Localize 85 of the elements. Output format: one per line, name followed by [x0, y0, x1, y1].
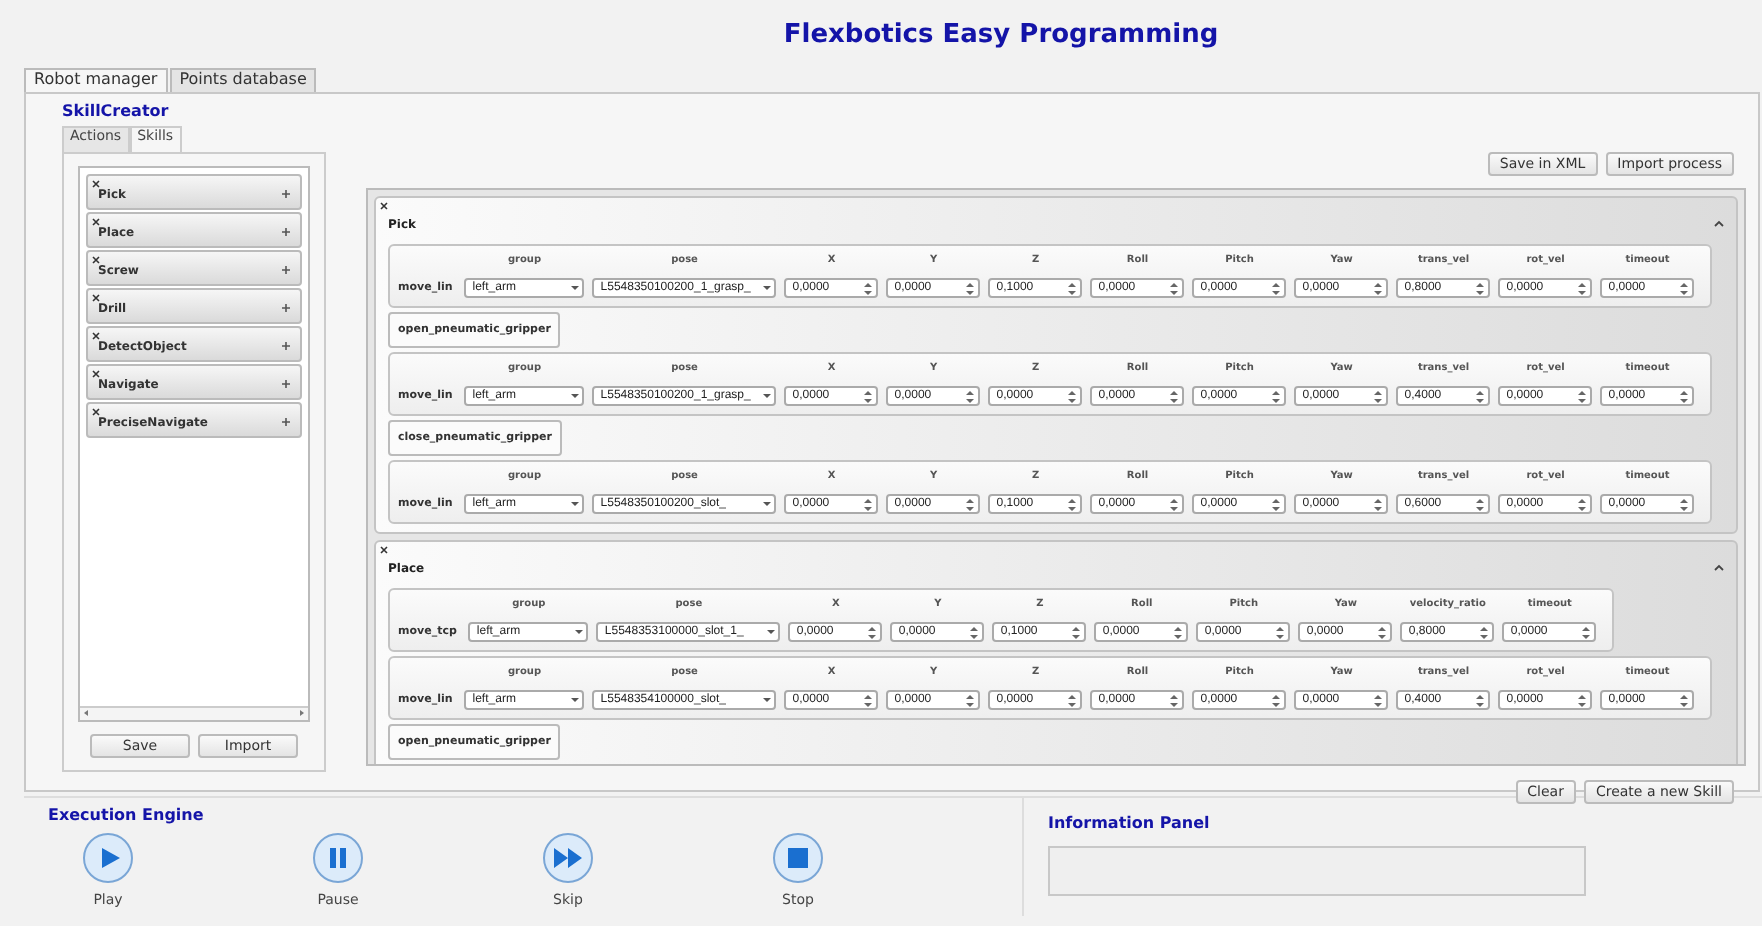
stepper-icon[interactable] — [1070, 625, 1083, 639]
collapse-icon[interactable] — [1714, 564, 1724, 572]
stepper-icon[interactable] — [964, 497, 977, 511]
dropdown-arrow-icon — [570, 284, 581, 292]
dropdown-arrow-icon — [762, 392, 773, 400]
stepper-icon[interactable] — [1270, 389, 1283, 403]
stepper-icon[interactable] — [1066, 389, 1079, 403]
stepper-icon[interactable] — [1372, 693, 1385, 707]
stepper-icon[interactable] — [1678, 389, 1691, 403]
section-title: Information Panel — [1048, 814, 1212, 832]
plus-icon[interactable] — [282, 266, 290, 274]
close-icon[interactable] — [92, 332, 100, 340]
close-icon[interactable] — [92, 370, 100, 378]
stepper-icon[interactable] — [964, 389, 977, 403]
stepper-icon[interactable] — [1270, 281, 1283, 295]
plus-icon[interactable] — [282, 228, 290, 236]
plus-icon[interactable] — [282, 418, 290, 426]
stepper-icon[interactable] — [1478, 625, 1491, 639]
stepper-icon[interactable] — [1678, 497, 1691, 511]
plus-icon[interactable] — [282, 304, 290, 312]
pause-icon — [312, 832, 364, 884]
stepper-icon[interactable] — [1376, 625, 1389, 639]
stepper-icon[interactable] — [1576, 389, 1589, 403]
dropdown-arrow-icon — [766, 628, 777, 636]
close-icon[interactable] — [92, 218, 100, 226]
scroll-right-icon[interactable] — [298, 708, 306, 718]
dropdown-arrow-icon — [574, 628, 585, 636]
stepper-icon[interactable] — [862, 693, 875, 707]
scroll-left-icon[interactable] — [82, 708, 90, 718]
stepper-icon[interactable] — [1580, 625, 1593, 639]
stepper-icon[interactable] — [1576, 497, 1589, 511]
stop-icon — [772, 832, 824, 884]
stepper-icon[interactable] — [1274, 625, 1287, 639]
section-title: Execution Engine — [48, 806, 206, 824]
stepper-icon[interactable] — [1474, 389, 1487, 403]
stepper-icon[interactable] — [1270, 693, 1283, 707]
close-icon[interactable] — [92, 294, 100, 302]
skip-icon — [542, 832, 594, 884]
tab[interactable]: Points database — [169, 68, 317, 92]
dropdown-arrow-icon — [570, 392, 581, 400]
stepper-icon[interactable] — [964, 281, 977, 295]
plus-icon[interactable] — [282, 342, 290, 350]
stepper-icon[interactable] — [1474, 281, 1487, 295]
stepper-icon[interactable] — [1168, 693, 1181, 707]
dropdown-arrow-icon — [570, 696, 581, 704]
stepper-icon[interactable] — [866, 625, 879, 639]
close-icon[interactable] — [380, 202, 388, 210]
stepper-icon[interactable] — [964, 693, 977, 707]
stepper-icon[interactable] — [1066, 497, 1079, 511]
stepper-icon[interactable] — [1172, 625, 1185, 639]
stepper-icon[interactable] — [862, 281, 875, 295]
play-icon — [82, 832, 134, 884]
stepper-icon[interactable] — [1576, 281, 1589, 295]
dropdown-arrow-icon — [570, 500, 581, 508]
stepper-icon[interactable] — [1168, 389, 1181, 403]
plus-icon[interactable] — [282, 190, 290, 198]
stepper-icon[interactable] — [1270, 497, 1283, 511]
stepper-icon[interactable] — [1372, 389, 1385, 403]
scrollbar[interactable] — [80, 706, 308, 720]
stepper-icon[interactable] — [1474, 693, 1487, 707]
close-icon[interactable] — [92, 256, 100, 264]
stepper-icon[interactable] — [1372, 281, 1385, 295]
plus-icon[interactable] — [282, 380, 290, 388]
stepper-icon[interactable] — [862, 497, 875, 511]
stepper-icon[interactable] — [1576, 693, 1589, 707]
app-title: Flexbotics Easy Programming — [781, 17, 1221, 53]
close-icon[interactable] — [380, 546, 388, 554]
stepper-icon[interactable] — [968, 625, 981, 639]
stepper-icon[interactable] — [1168, 497, 1181, 511]
stepper-icon[interactable] — [1168, 281, 1181, 295]
section-title: SkillCreator — [62, 102, 171, 120]
close-icon[interactable] — [92, 180, 100, 188]
stepper-icon[interactable] — [1474, 497, 1487, 511]
stepper-icon[interactable] — [862, 389, 875, 403]
stepper-icon[interactable] — [1066, 281, 1079, 295]
stepper-icon[interactable] — [1066, 693, 1079, 707]
stepper-icon[interactable] — [1678, 281, 1691, 295]
dropdown-arrow-icon — [762, 500, 773, 508]
tab[interactable]: Robot manager — [24, 68, 168, 92]
dropdown-arrow-icon — [762, 696, 773, 704]
collapse-icon[interactable] — [1714, 220, 1724, 228]
dropdown-arrow-icon — [762, 284, 773, 292]
stepper-icon[interactable] — [1678, 693, 1691, 707]
close-icon[interactable] — [92, 408, 100, 416]
stepper-icon[interactable] — [1372, 497, 1385, 511]
